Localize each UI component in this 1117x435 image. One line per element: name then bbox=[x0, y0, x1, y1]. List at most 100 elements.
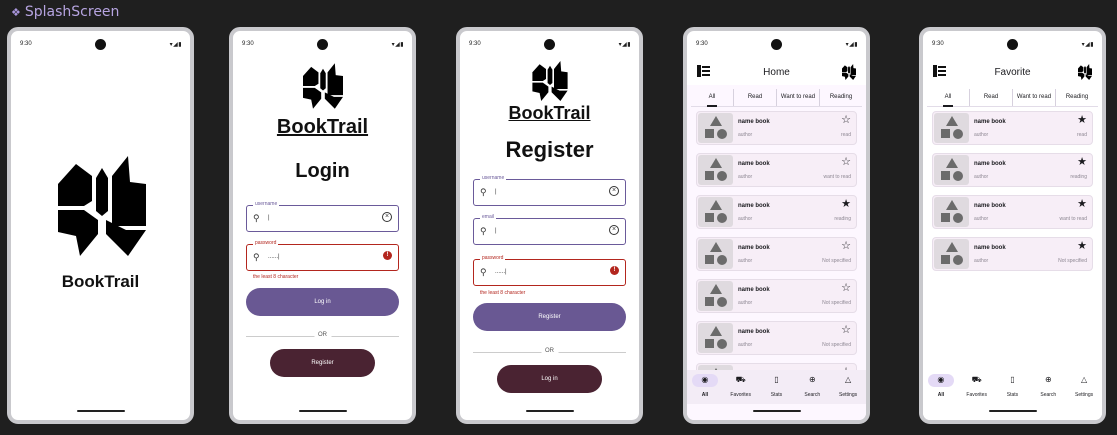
book-cover-placeholder-icon bbox=[934, 113, 969, 143]
star-filled-icon[interactable]: ★ bbox=[1077, 115, 1087, 126]
nav-item-stats[interactable]: ▯ Stats bbox=[759, 370, 795, 404]
register-button[interactable]: Register bbox=[473, 303, 626, 331]
nav-item-favorites[interactable]: ⛟ Favorites bbox=[723, 370, 759, 404]
favorite-screen: 9:30 ▾◢▮ Favorite All Read Want to read Rea… bbox=[919, 27, 1106, 424]
star-outline-icon[interactable]: ☆ bbox=[841, 241, 851, 252]
username-input[interactable]: | bbox=[495, 189, 497, 195]
booktrail-logo-icon bbox=[58, 156, 146, 256]
book-cover-placeholder-icon bbox=[698, 113, 733, 143]
status-bar: 9:30 ▾◢▮ bbox=[923, 39, 1102, 51]
home-indicator[interactable] bbox=[988, 410, 1037, 412]
circle-shape bbox=[717, 339, 727, 349]
password-field[interactable]: password ⚲ ......| ! bbox=[473, 255, 626, 286]
book-card[interactable]: name book author ☆ read bbox=[696, 111, 857, 145]
login-button[interactable]: Log in bbox=[497, 365, 602, 393]
status-time: 9:30 bbox=[242, 41, 254, 47]
tab-want-to-read[interactable]: Want to read bbox=[1012, 89, 1055, 106]
star-filled-icon[interactable]: ★ bbox=[1077, 241, 1087, 252]
nav-item-all[interactable]: ◉ All bbox=[687, 370, 723, 404]
tab-all[interactable]: All bbox=[927, 89, 969, 107]
nav-item-all[interactable]: ◉ All bbox=[923, 370, 959, 404]
book-card[interactable]: name book author ★ reading bbox=[696, 195, 857, 229]
status-time: 9:30 bbox=[696, 41, 708, 47]
book-name: name book bbox=[738, 245, 770, 251]
tab-read[interactable]: Read bbox=[969, 89, 1012, 106]
star-outline-icon[interactable]: ☆ bbox=[841, 283, 851, 294]
nav-item-search[interactable]: ⊕ Search bbox=[1030, 370, 1066, 404]
book-card[interactable]: name book author ★ Not specified bbox=[932, 237, 1093, 271]
truck-icon: ⛟ bbox=[735, 375, 746, 384]
bottom-navigation: ◉ All ⛟ Favorites ▯ Stats ⊕ Search △ Settings bbox=[687, 370, 866, 404]
book-list: name book author ☆ read name book author ☆ want… bbox=[696, 111, 857, 372]
tab-want-to-read[interactable]: Want to read bbox=[776, 89, 819, 106]
book-card[interactable]: name book author ☆ Not specified bbox=[696, 321, 857, 355]
book-cover-placeholder-icon bbox=[698, 281, 733, 311]
book-card[interactable]: name book author ★ want to read bbox=[932, 195, 1093, 229]
circle-shape bbox=[953, 255, 963, 265]
password-field[interactable]: password ⚲ ......| ! bbox=[246, 240, 399, 271]
nav-item-settings[interactable]: △ Settings bbox=[830, 370, 866, 404]
username-label: username bbox=[253, 201, 280, 207]
reading-status: reading bbox=[834, 216, 851, 222]
circle-shape bbox=[953, 213, 963, 223]
circle-shape bbox=[717, 129, 727, 139]
home-indicator[interactable] bbox=[752, 410, 801, 412]
status-icons: ▾◢▮ bbox=[391, 42, 404, 48]
nav-item-settings[interactable]: △ Settings bbox=[1066, 370, 1102, 404]
app-bar: Favorite bbox=[923, 59, 1102, 85]
brand-title: BookTrail bbox=[508, 103, 591, 123]
circle-shape bbox=[717, 171, 727, 181]
email-input[interactable]: | bbox=[495, 228, 497, 234]
book-card[interactable]: name book author ☆ want to read bbox=[696, 153, 857, 187]
star-outline-icon[interactable]: ☆ bbox=[841, 157, 851, 168]
password-input[interactable]: ......| bbox=[495, 269, 507, 275]
reading-status: read bbox=[840, 132, 851, 138]
email-label: email bbox=[480, 214, 496, 220]
register-screen: 9:30 ▾◢▮ BookTrail Register username ⚲ |… bbox=[456, 27, 643, 424]
tab-read[interactable]: Read bbox=[733, 89, 776, 106]
or-divider: OR bbox=[246, 331, 399, 341]
book-author: author bbox=[738, 258, 753, 264]
book-author: author bbox=[738, 132, 753, 138]
home-indicator[interactable] bbox=[76, 410, 125, 412]
star-outline-icon[interactable]: ☆ bbox=[841, 115, 851, 126]
username-input[interactable]: | bbox=[268, 215, 270, 221]
triangle-shape bbox=[946, 242, 958, 252]
star-filled-icon[interactable]: ★ bbox=[841, 199, 851, 210]
camera-cutout bbox=[94, 39, 106, 50]
book-card[interactable]: name book author ☆ Not specified bbox=[696, 237, 857, 271]
filter-tabs: All Read Want to read Reading bbox=[691, 89, 862, 107]
email-field[interactable]: email ⚲ | × bbox=[473, 214, 626, 245]
book-card[interactable]: name book author ☆ Not specified bbox=[696, 279, 857, 313]
circle-shape bbox=[717, 213, 727, 223]
star-filled-icon[interactable]: ★ bbox=[1077, 157, 1087, 168]
book-card[interactable]: name book author ★ reading bbox=[932, 153, 1093, 187]
nav-item-stats[interactable]: ▯ Stats bbox=[995, 370, 1031, 404]
reading-status: want to read bbox=[823, 174, 851, 180]
booktrail-logo-icon bbox=[531, 61, 568, 101]
clear-icon[interactable]: × bbox=[609, 186, 619, 196]
tab-reading[interactable]: Reading bbox=[1055, 89, 1098, 106]
clear-icon[interactable]: × bbox=[609, 225, 619, 235]
nav-item-search[interactable]: ⊕ Search bbox=[794, 370, 830, 404]
tab-all[interactable]: All bbox=[691, 89, 733, 107]
home-indicator[interactable] bbox=[298, 410, 347, 412]
login-button[interactable]: Log in bbox=[246, 288, 399, 316]
reading-status: Not specified bbox=[1058, 258, 1087, 264]
password-label: password bbox=[480, 255, 506, 261]
book-card[interactable]: name book author ★ read bbox=[932, 111, 1093, 145]
star-filled-icon[interactable]: ★ bbox=[1077, 199, 1087, 210]
clear-icon[interactable]: × bbox=[382, 212, 392, 222]
star-outline-icon[interactable]: ☆ bbox=[841, 325, 851, 336]
username-field[interactable]: username ⚲ | × bbox=[246, 201, 399, 232]
tab-reading[interactable]: Reading bbox=[819, 89, 862, 106]
reading-status: want to read bbox=[1059, 216, 1087, 222]
nav-item-favorites[interactable]: ⛟ Favorites bbox=[959, 370, 995, 404]
book-name: name book bbox=[974, 119, 1006, 125]
book-name: name book bbox=[738, 203, 770, 209]
home-indicator[interactable] bbox=[525, 410, 574, 412]
register-button[interactable]: Register bbox=[270, 349, 375, 377]
triangle-shape bbox=[946, 200, 958, 210]
password-input[interactable]: ......| bbox=[268, 254, 280, 260]
username-field[interactable]: username ⚲ | × bbox=[473, 175, 626, 206]
